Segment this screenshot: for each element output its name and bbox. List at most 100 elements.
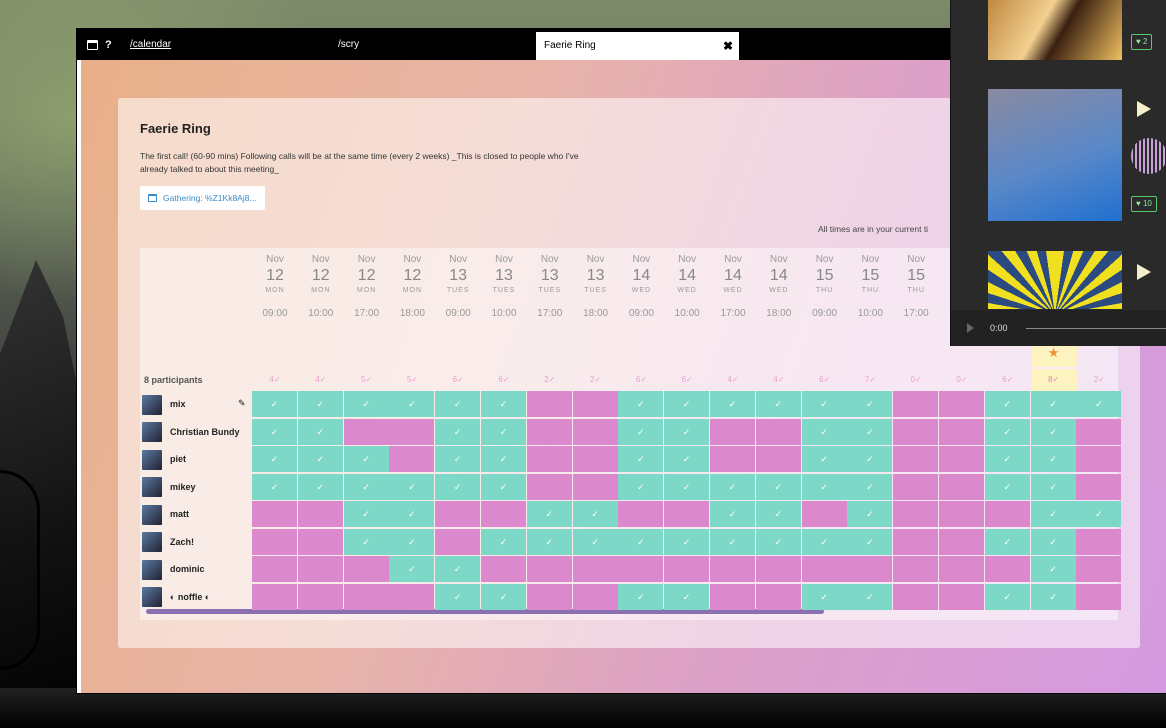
availability-cell[interactable] [297,556,343,582]
availability-cell[interactable]: ✓ [984,391,1030,417]
availability-cell[interactable] [847,556,893,582]
availability-cell[interactable]: ✓ [252,473,297,500]
like-badge[interactable]: ♥ 10 [1131,196,1157,212]
availability-cell[interactable]: ✓ [847,501,893,527]
availability-cell[interactable] [252,528,297,555]
availability-cell[interactable]: ✓ [847,391,893,417]
tab-calendar[interactable]: /calendar [130,29,171,60]
availability-cell[interactable] [710,446,755,472]
availability-cell[interactable] [755,556,801,582]
play-icon[interactable] [967,323,974,333]
availability-cell[interactable]: ✓ [481,418,526,445]
availability-cell[interactable]: ✓ [710,528,755,555]
availability-cell[interactable]: ✓ [343,446,389,472]
availability-cell[interactable]: ✓ [618,446,664,472]
availability-cell[interactable] [526,556,572,582]
availability-cell[interactable]: ✓ [343,501,389,527]
availability-cell[interactable] [297,528,343,555]
availability-cell[interactable]: ✓ [252,446,297,472]
availability-cell[interactable]: ✓ [664,473,710,500]
availability-cell[interactable]: ✓ [435,583,481,610]
availability-cell[interactable] [710,583,755,610]
availability-cell[interactable] [572,418,618,445]
availability-cell[interactable] [252,501,297,527]
availability-cell[interactable]: ✓ [297,473,343,500]
availability-cell[interactable] [618,556,664,582]
availability-cell[interactable]: ✓ [1076,501,1122,527]
availability-cell[interactable]: ✓ [755,391,801,417]
availability-cell[interactable]: ✓ [297,391,343,417]
availability-cell[interactable] [435,501,481,527]
availability-cell[interactable] [939,528,984,555]
availability-cell[interactable]: ✓ [801,528,847,555]
help-icon[interactable]: ? [105,39,112,51]
play-icon[interactable] [1137,101,1151,117]
availability-cell[interactable]: ✓ [252,418,297,445]
availability-cell[interactable] [893,583,939,610]
availability-cell[interactable] [984,556,1030,582]
availability-cell[interactable]: ✓ [481,391,526,417]
availability-cell[interactable] [893,418,939,445]
availability-cell[interactable]: ✓ [435,391,481,417]
availability-cell[interactable] [1076,556,1122,582]
availability-cell[interactable]: ✓ [435,418,481,445]
availability-cell[interactable]: ✓ [1030,556,1076,582]
availability-cell[interactable]: ✓ [526,528,572,555]
availability-cell[interactable]: ✓ [664,418,710,445]
availability-cell[interactable]: ✓ [618,418,664,445]
availability-cell[interactable] [755,446,801,472]
availability-cell[interactable] [710,556,755,582]
availability-cell[interactable]: ✓ [710,473,755,500]
availability-cell[interactable]: ✓ [297,446,343,472]
availability-cell[interactable] [297,583,343,610]
availability-cell[interactable]: ✓ [755,501,801,527]
availability-cell[interactable] [526,473,572,500]
availability-cell[interactable] [664,501,710,527]
availability-cell[interactable]: ✓ [389,501,435,527]
availability-cell[interactable]: ✓ [801,446,847,472]
tab-faerie-ring[interactable]: Faerie Ring ✖ [536,32,739,60]
availability-cell[interactable] [1076,418,1122,445]
close-icon[interactable]: ✖ [723,32,733,60]
availability-cell[interactable] [526,391,572,417]
availability-cell[interactable] [572,391,618,417]
availability-cell[interactable]: ✓ [710,501,755,527]
availability-cell[interactable] [481,501,526,527]
availability-cell[interactable]: ✓ [389,391,435,417]
availability-cell[interactable]: ✓ [1076,391,1122,417]
availability-cell[interactable] [572,473,618,500]
availability-cell[interactable] [572,583,618,610]
availability-cell[interactable]: ✓ [481,583,526,610]
availability-cell[interactable]: ✓ [664,528,710,555]
availability-cell[interactable] [1076,583,1122,610]
availability-cell[interactable]: ✓ [343,528,389,555]
availability-cell[interactable] [1076,446,1122,472]
availability-cell[interactable]: ✓ [572,501,618,527]
availability-cell[interactable] [755,418,801,445]
availability-cell[interactable] [984,501,1030,527]
availability-cell[interactable] [893,446,939,472]
availability-cell[interactable]: ✓ [984,583,1030,610]
availability-cell[interactable]: ✓ [389,528,435,555]
availability-cell[interactable] [343,583,389,610]
tab-scry[interactable]: /scry [338,29,359,60]
availability-cell[interactable] [710,418,755,445]
availability-cell[interactable]: ✓ [435,556,481,582]
availability-cell[interactable]: ✓ [755,473,801,500]
horizontal-scrollbar[interactable] [146,609,824,614]
availability-cell[interactable]: ✓ [389,473,435,500]
availability-cell[interactable]: ✓ [710,391,755,417]
availability-cell[interactable] [939,418,984,445]
availability-cell[interactable] [939,583,984,610]
availability-cell[interactable] [893,501,939,527]
availability-cell[interactable]: ✓ [435,473,481,500]
availability-cell[interactable]: ✓ [847,446,893,472]
availability-cell[interactable]: ✓ [1030,473,1076,500]
availability-cell[interactable] [801,501,847,527]
availability-cell[interactable] [939,501,984,527]
availability-cell[interactable]: ✓ [801,391,847,417]
availability-cell[interactable] [252,583,297,610]
calendar-icon[interactable] [85,38,99,52]
availability-cell[interactable]: ✓ [481,446,526,472]
availability-cell[interactable] [343,418,389,445]
